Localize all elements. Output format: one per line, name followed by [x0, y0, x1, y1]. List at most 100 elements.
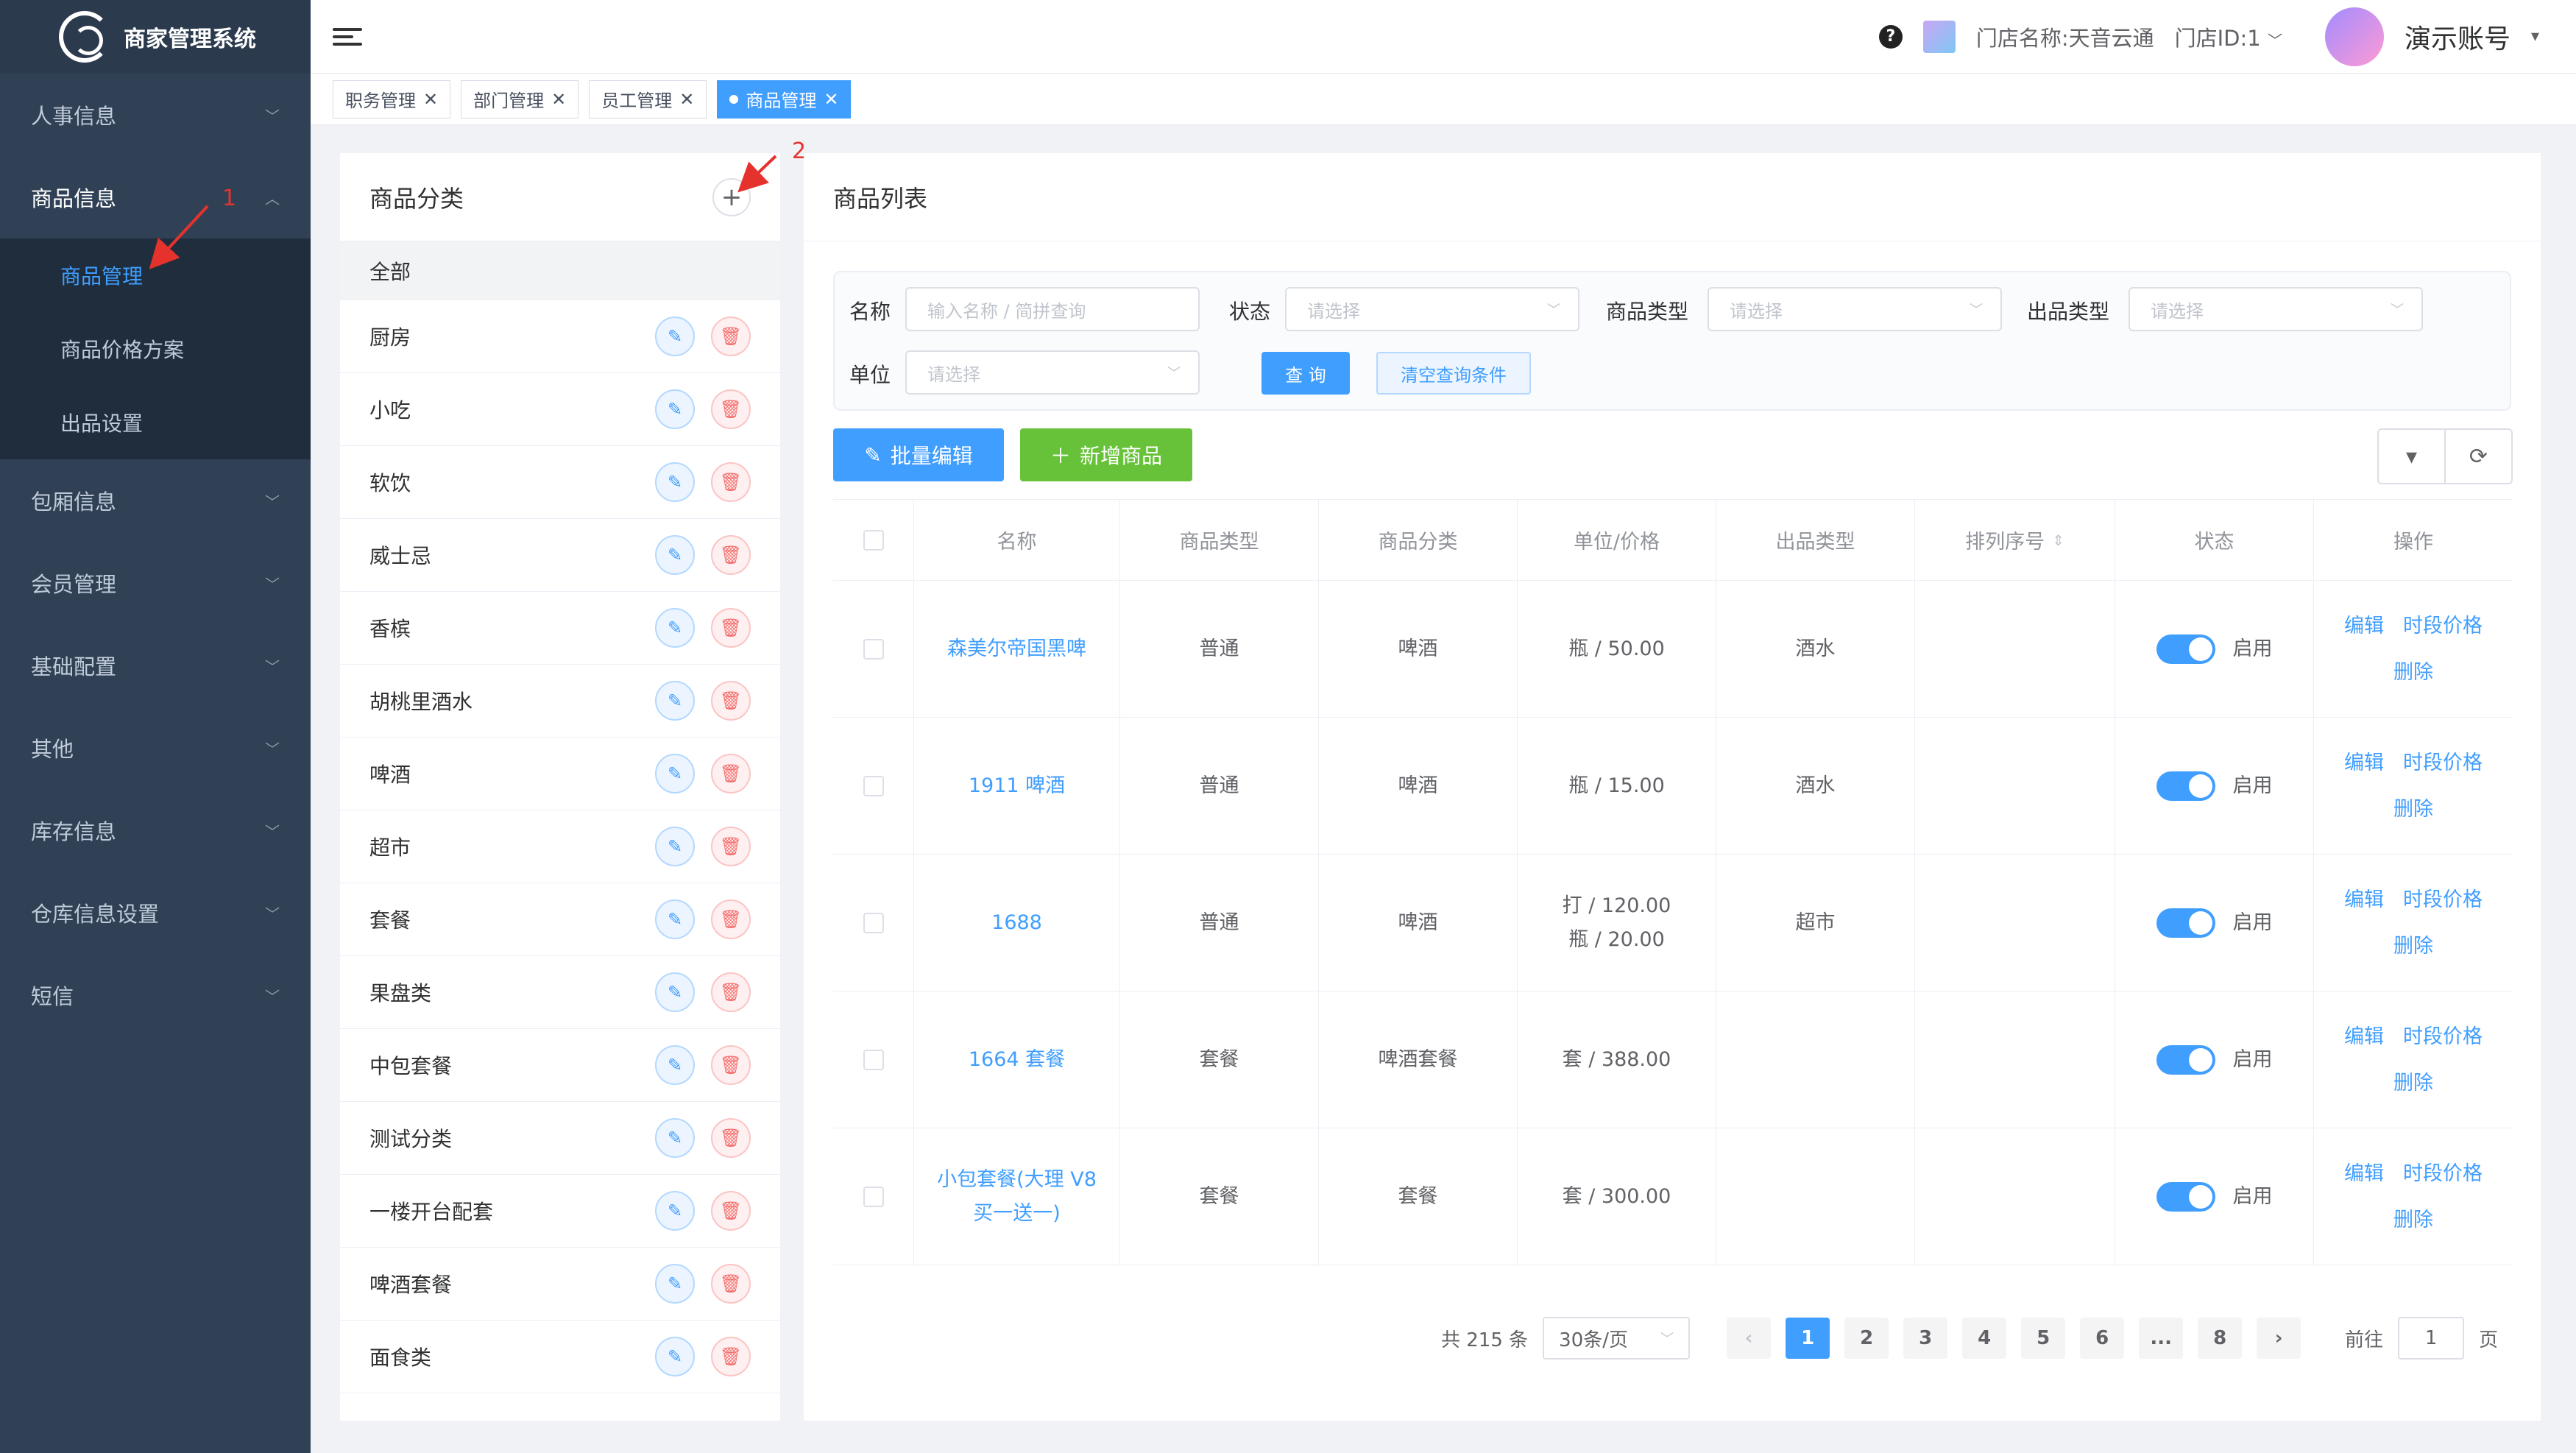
category-item[interactable]: 软饮 ✎ 🗑: [340, 446, 780, 519]
category-all[interactable]: 全部: [340, 241, 780, 300]
help-icon[interactable]: ?: [1878, 24, 1903, 49]
category-item[interactable]: 测试分类 ✎ 🗑: [340, 1102, 780, 1175]
trash-icon[interactable]: 🗑: [711, 972, 751, 1012]
edit-icon[interactable]: ✎: [655, 899, 695, 939]
trash-icon[interactable]: 🗑: [711, 608, 751, 648]
edit-icon[interactable]: ✎: [655, 754, 695, 793]
avatar[interactable]: [2324, 7, 2384, 66]
category-item[interactable]: 小吃 ✎ 🗑: [340, 373, 780, 446]
trash-icon[interactable]: 🗑: [711, 317, 751, 356]
category-item[interactable]: 套餐 ✎ 🗑: [340, 883, 780, 956]
trash-icon[interactable]: 🗑: [711, 535, 751, 575]
category-item[interactable]: 中包套餐 ✎ 🗑: [340, 1029, 780, 1102]
delete-link[interactable]: 删除: [2393, 936, 2433, 956]
trash-icon[interactable]: 🗑: [711, 681, 751, 721]
page-number-button[interactable]: 6: [2080, 1318, 2125, 1359]
period-price-link[interactable]: 时段价格: [2403, 753, 2483, 773]
period-price-link[interactable]: 时段价格: [2403, 1027, 2483, 1047]
page-number-button[interactable]: 4: [1962, 1318, 2007, 1359]
trash-icon[interactable]: 🗑: [711, 827, 751, 866]
close-icon[interactable]: ✕: [551, 89, 566, 110]
sidebar-item-rooms[interactable]: 包厢信息 ﹀: [0, 459, 311, 542]
trash-icon[interactable]: 🗑: [711, 462, 751, 502]
row-checkbox[interactable]: [863, 638, 884, 660]
period-price-link[interactable]: 时段价格: [2403, 1164, 2483, 1184]
trash-icon[interactable]: 🗑: [711, 389, 751, 429]
prev-page-button[interactable]: ‹: [1727, 1318, 1772, 1359]
edit-link[interactable]: 编辑: [2344, 890, 2384, 910]
tag-position-management[interactable]: 职务管理 ✕: [333, 79, 451, 119]
next-page-button[interactable]: ›: [2257, 1318, 2301, 1359]
menu-toggle-icon[interactable]: [333, 22, 362, 52]
trash-icon[interactable]: 🗑: [711, 899, 751, 939]
output-type-select[interactable]: 请选择 ﹀: [2129, 287, 2423, 331]
category-item[interactable]: 超市 ✎ 🗑: [340, 810, 780, 883]
close-icon[interactable]: ✕: [423, 89, 438, 110]
column-filter-icon[interactable]: ▾: [2379, 430, 2444, 483]
product-name-link[interactable]: 森美尔帝国黑啤: [914, 581, 1120, 717]
row-checkbox[interactable]: [863, 775, 884, 796]
sidebar-item-basic-config[interactable]: 基础配置 ﹀: [0, 624, 311, 707]
account-name[interactable]: 演示账号: [2405, 18, 2510, 56]
status-toggle[interactable]: [2156, 1044, 2215, 1075]
product-name-link[interactable]: 1911 啤酒: [914, 718, 1120, 854]
tag-employee-management[interactable]: 员工管理 ✕: [589, 79, 707, 119]
row-checkbox[interactable]: [863, 1049, 884, 1070]
category-item[interactable]: 一楼开台配套 ✎ 🗑: [340, 1175, 780, 1248]
delete-link[interactable]: 删除: [2393, 1210, 2433, 1230]
status-select[interactable]: 请选择 ﹀: [1285, 287, 1579, 331]
tag-goods-management[interactable]: 商品管理 ✕: [717, 79, 852, 119]
name-search-input[interactable]: 输入名称 / 简拼查询: [905, 287, 1200, 331]
sidebar-item-personnel[interactable]: 人事信息 ﹀: [0, 74, 311, 156]
sort-column-header[interactable]: 排列序号 ⇕: [1915, 500, 2115, 580]
category-item[interactable]: 香槟 ✎ 🗑: [340, 592, 780, 665]
edit-icon[interactable]: ✎: [655, 462, 695, 502]
trash-icon[interactable]: 🗑: [711, 1191, 751, 1231]
sidebar-item-output-settings[interactable]: 出品设置: [0, 386, 311, 459]
edit-icon[interactable]: ✎: [655, 972, 695, 1012]
sidebar-item-price-plan[interactable]: 商品价格方案: [0, 312, 311, 386]
trash-icon[interactable]: 🗑: [711, 754, 751, 793]
category-item[interactable]: 威士忌 ✎ 🗑: [340, 519, 780, 592]
query-button[interactable]: 查 询: [1262, 352, 1350, 395]
category-item[interactable]: 果盘类 ✎ 🗑: [340, 956, 780, 1029]
status-toggle[interactable]: [2156, 908, 2215, 938]
edit-icon[interactable]: ✎: [655, 535, 695, 575]
trash-icon[interactable]: 🗑: [711, 1264, 751, 1304]
edit-icon[interactable]: ✎: [655, 827, 695, 866]
select-all-checkbox[interactable]: [863, 529, 884, 551]
edit-link[interactable]: 编辑: [2344, 753, 2384, 773]
product-name-link[interactable]: 1664 套餐: [914, 991, 1120, 1128]
period-price-link[interactable]: 时段价格: [2403, 890, 2483, 910]
delete-link[interactable]: 删除: [2393, 1073, 2433, 1093]
caret-down-icon[interactable]: ▾: [2531, 27, 2539, 46]
category-item[interactable]: 胡桃里酒水 ✎ 🗑: [340, 665, 780, 738]
close-icon[interactable]: ✕: [679, 89, 694, 110]
edit-icon[interactable]: ✎: [655, 1337, 695, 1376]
period-price-link[interactable]: 时段价格: [2403, 616, 2483, 636]
store-id-dropdown[interactable]: 门店ID:1 ﹀: [2175, 21, 2282, 52]
sidebar-item-other[interactable]: 其他 ﹀: [0, 707, 311, 789]
sort-icon[interactable]: ⇕: [2052, 531, 2064, 549]
goto-page-input[interactable]: 1: [2398, 1317, 2465, 1360]
add-product-button[interactable]: ＋ 新增商品: [1020, 428, 1192, 481]
page-number-button[interactable]: 1: [1786, 1318, 1830, 1359]
edit-link[interactable]: 编辑: [2344, 1164, 2384, 1184]
unit-select[interactable]: 请选择 ﹀: [905, 350, 1200, 395]
batch-edit-button[interactable]: ✎ 批量编辑: [833, 428, 1004, 481]
page-size-select[interactable]: 30条/页 ﹀: [1543, 1317, 1691, 1360]
product-type-select[interactable]: 请选择 ﹀: [1708, 287, 2002, 331]
edit-icon[interactable]: ✎: [655, 1045, 695, 1085]
sidebar-item-sms[interactable]: 短信 ﹀: [0, 954, 311, 1036]
category-item[interactable]: 啤酒 ✎ 🗑: [340, 738, 780, 810]
edit-link[interactable]: 编辑: [2344, 1027, 2384, 1047]
category-item[interactable]: 面食类 ✎ 🗑: [340, 1321, 780, 1393]
edit-icon[interactable]: ✎: [655, 317, 695, 356]
app-logo[interactable]: 商家管理系统: [0, 0, 311, 74]
edit-link[interactable]: 编辑: [2344, 616, 2384, 636]
delete-link[interactable]: 删除: [2393, 662, 2433, 682]
page-number-button[interactable]: 3: [1903, 1318, 1948, 1359]
sidebar-item-inventory[interactable]: 库存信息 ﹀: [0, 789, 311, 872]
edit-icon[interactable]: ✎: [655, 1118, 695, 1158]
status-toggle[interactable]: [2156, 771, 2215, 801]
